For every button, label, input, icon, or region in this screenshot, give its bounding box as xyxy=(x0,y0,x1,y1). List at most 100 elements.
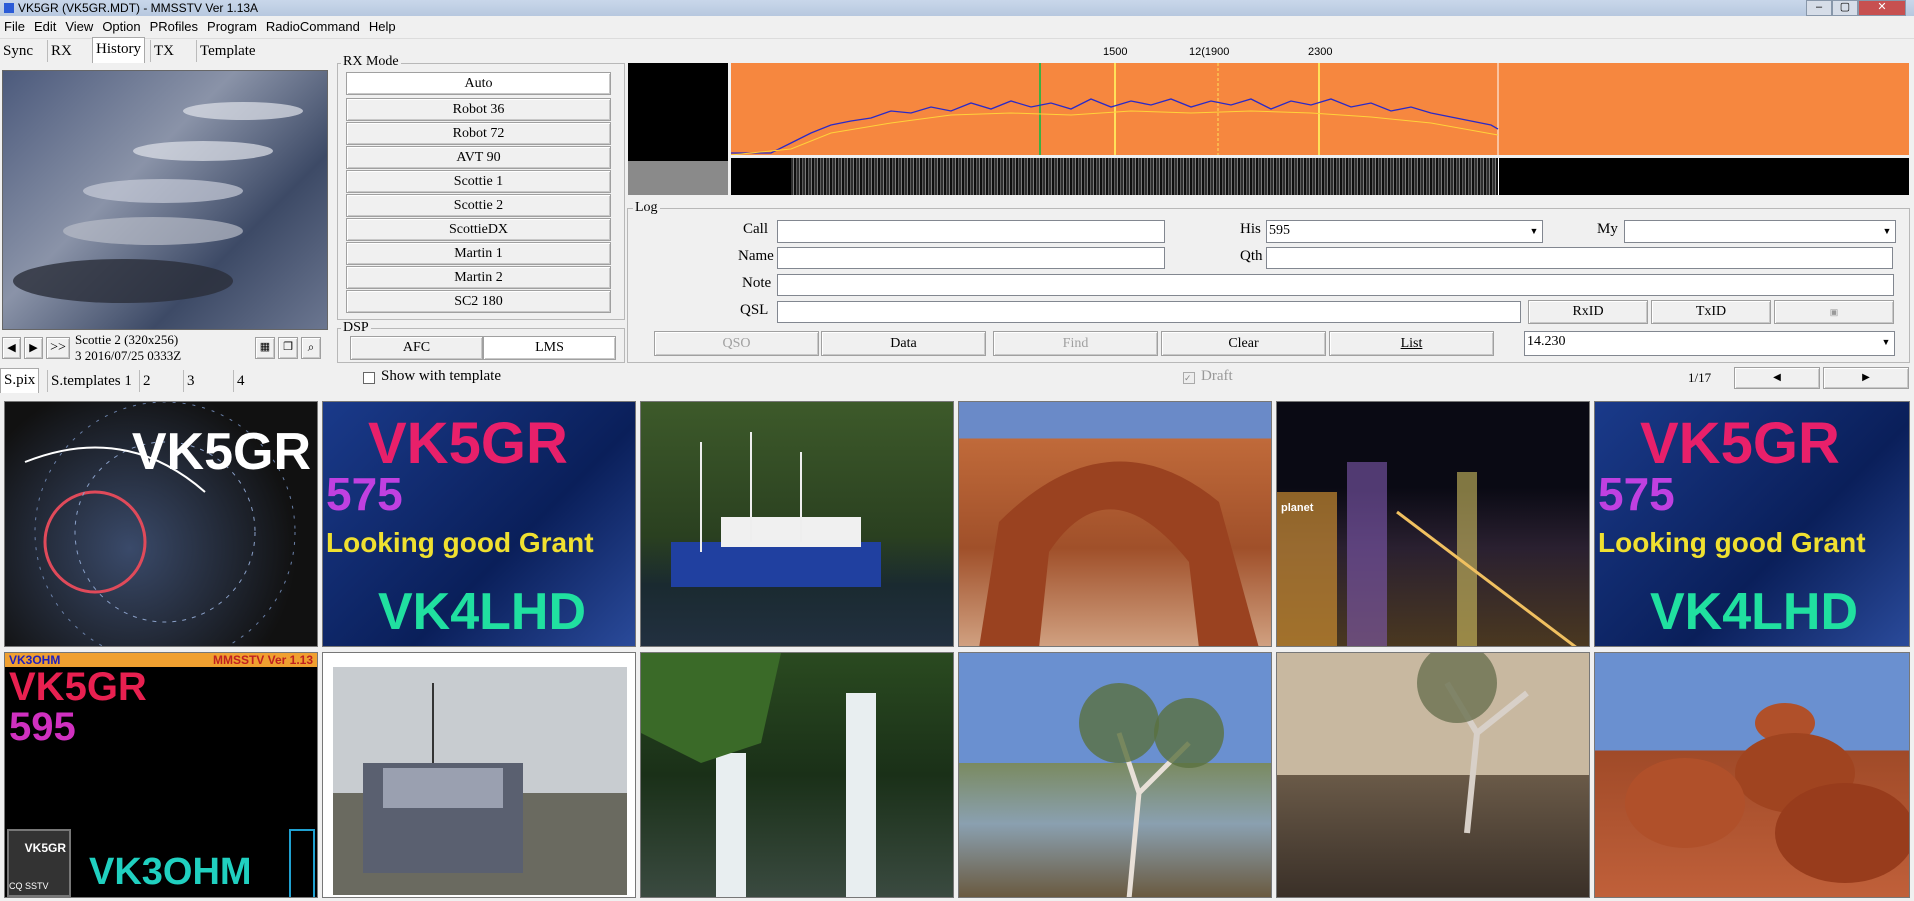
menu-view[interactable]: View xyxy=(61,16,98,36)
menu-file[interactable]: File xyxy=(0,16,30,36)
my-select[interactable]: ▼ xyxy=(1624,220,1896,243)
thumb6-message: Looking good Grant xyxy=(1598,527,1866,558)
data-button[interactable]: Data xyxy=(821,331,986,356)
tab-template[interactable]: Template xyxy=(196,40,259,62)
tab-stemplates-4[interactable]: 4 xyxy=(233,370,248,392)
thumb2-callsign2: VK4LHD xyxy=(378,583,587,641)
tab-tx[interactable]: TX xyxy=(150,40,177,62)
tab-history[interactable]: History xyxy=(92,37,145,63)
zoom-icon[interactable]: ⌕ xyxy=(301,337,321,359)
color-icon[interactable]: ▦ xyxy=(255,337,275,359)
menu-bar: File Edit View Option PRofiles Program RadioCo… xyxy=(0,16,1914,39)
tab-stemplates-3[interactable]: 3 xyxy=(183,370,198,392)
mode-scottiedx-button[interactable]: ScottieDX xyxy=(346,218,611,241)
tick-1500: 1500 xyxy=(1103,46,1128,58)
name-input[interactable] xyxy=(777,247,1165,269)
thumbnail-2[interactable]: VK5GR 575 Looking good Grant VK4LHD xyxy=(322,401,636,647)
thumbnail-7[interactable]: VK3OHM MMSSTV Ver 1.13 VK5GR 595 VK5GR C… xyxy=(4,652,318,898)
list-button[interactable]: List xyxy=(1329,331,1494,356)
thumb7-callsign: VK5GR xyxy=(9,665,147,709)
menu-edit[interactable]: Edit xyxy=(30,16,61,36)
his-select[interactable]: 595 ▼ xyxy=(1266,220,1543,243)
tab-sync[interactable]: Sync xyxy=(0,40,36,62)
thumbnail-12[interactable] xyxy=(1594,652,1910,898)
rxid-button[interactable]: RxID xyxy=(1528,300,1648,324)
thumbnail-5[interactable]: planet xyxy=(1276,401,1590,647)
next-image-button[interactable]: ▶ xyxy=(24,337,43,359)
menu-option[interactable]: Option xyxy=(98,16,145,36)
lms-button[interactable]: LMS xyxy=(483,336,616,360)
boulders-image xyxy=(1625,703,1909,883)
mode-martin1-button[interactable]: Martin 1 xyxy=(346,242,611,265)
thumb7-small-callsign: VK5GR xyxy=(24,841,66,855)
draft-checkbox[interactable]: ✓ xyxy=(1183,372,1195,384)
rx-image-time: 3 2016/07/25 0333Z xyxy=(75,348,182,363)
mode-avt90-button[interactable]: AVT 90 xyxy=(346,146,611,169)
txid-button[interactable]: TxID xyxy=(1651,300,1771,324)
thumbnail-11[interactable] xyxy=(1276,652,1590,898)
mode-sc2180-button[interactable]: SC2 180 xyxy=(346,290,611,313)
thumbnail-10[interactable] xyxy=(958,652,1272,898)
rec-icon[interactable]: ▣ xyxy=(1774,300,1894,324)
call-input[interactable] xyxy=(777,220,1165,243)
thumbnail-6[interactable]: VK5GR 575 Looking good Grant VK4LHD xyxy=(1594,401,1910,647)
thumb7-cq: CQ SSTV xyxy=(9,881,49,891)
mode-robot72-button[interactable]: Robot 72 xyxy=(346,122,611,145)
his-label: His xyxy=(1240,221,1261,237)
menu-radiocommand[interactable]: RadioCommand xyxy=(262,16,365,36)
thumb7-header-right: MMSSTV Ver 1.13 xyxy=(212,653,313,667)
clear-button[interactable]: Clear xyxy=(1161,331,1326,356)
chevron-down-icon: ▼ xyxy=(1529,226,1539,236)
mode-scottie2-button[interactable]: Scottie 2 xyxy=(346,194,611,217)
find-button[interactable]: Find xyxy=(993,331,1158,356)
prev-image-button[interactable]: ◀ xyxy=(2,337,21,359)
waterfall-image xyxy=(641,653,876,897)
page-prev-button[interactable]: ◀ xyxy=(1734,367,1820,389)
thumbnail-4[interactable] xyxy=(958,401,1272,647)
title-bar: VK5GR (VK5GR.MDT) - MMSSTV Ver 1.13A – ▢… xyxy=(0,0,1914,16)
window-title: VK5GR (VK5GR.MDT) - MMSSTV Ver 1.13A xyxy=(18,1,259,15)
thumbnail-9[interactable] xyxy=(640,652,954,898)
arch-image xyxy=(979,461,1259,646)
ship-image xyxy=(671,432,881,587)
note-label: Note xyxy=(742,275,772,291)
my-label: My xyxy=(1597,221,1618,237)
qso-button[interactable]: QSO xyxy=(654,331,819,356)
tab-spix[interactable]: S.pix xyxy=(0,368,40,393)
mode-martin2-button[interactable]: Martin 2 xyxy=(346,266,611,289)
tab-stemplates-2[interactable]: 2 xyxy=(139,370,154,392)
mode-auto-button[interactable]: Auto xyxy=(346,72,611,95)
menu-profiles[interactable]: PRofiles xyxy=(146,16,203,36)
menu-program[interactable]: Program xyxy=(203,16,262,36)
menu-help[interactable]: Help xyxy=(365,16,401,36)
tab-rx[interactable]: RX xyxy=(47,40,75,62)
copy-icon[interactable]: ❐ xyxy=(278,337,298,359)
afc-button[interactable]: AFC xyxy=(350,336,483,360)
close-button[interactable]: ✕ xyxy=(1858,0,1906,16)
thumb7-callsign2: VK3OHM xyxy=(89,851,252,893)
thumb5-sign: planet xyxy=(1281,502,1314,514)
dsp-label: DSP xyxy=(341,320,371,336)
frequency-select[interactable]: 14.230 ▼ xyxy=(1524,331,1895,356)
thumb6-rst: 575 xyxy=(1598,468,1675,520)
thumbnail-3[interactable] xyxy=(640,401,954,647)
show-template-checkbox[interactable] xyxy=(363,372,375,384)
page-next-button[interactable]: ▶ xyxy=(1823,367,1909,389)
rx-mode-label: RX Mode xyxy=(341,54,401,70)
maximize-button[interactable]: ▢ xyxy=(1832,0,1858,16)
qsl-input[interactable] xyxy=(777,301,1521,323)
his-value: 595 xyxy=(1269,223,1290,238)
waterfall-display[interactable] xyxy=(731,158,1909,195)
mode-robot36-button[interactable]: Robot 36 xyxy=(346,98,611,121)
tab-stemplates-1[interactable]: S.templates 1 xyxy=(47,370,135,392)
mode-scottie1-button[interactable]: Scottie 1 xyxy=(346,170,611,193)
gum-tree-image xyxy=(1079,683,1224,897)
spectrum-display[interactable] xyxy=(731,63,1909,155)
qth-input[interactable] xyxy=(1266,247,1893,269)
jump-button[interactable]: >> xyxy=(46,337,70,359)
note-input[interactable] xyxy=(777,274,1894,296)
draft-label: Draft xyxy=(1201,368,1233,384)
minimize-button[interactable]: – xyxy=(1806,0,1832,16)
thumbnail-8[interactable] xyxy=(322,652,636,898)
thumbnail-1[interactable]: VK5GR xyxy=(4,401,318,647)
